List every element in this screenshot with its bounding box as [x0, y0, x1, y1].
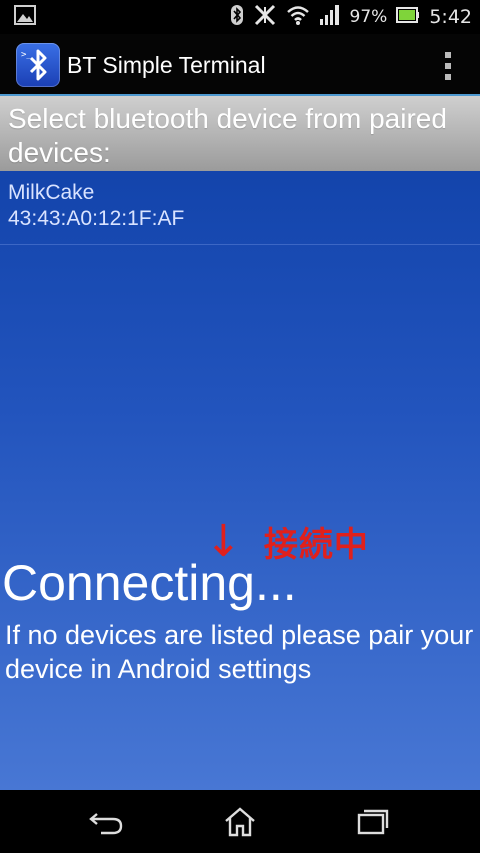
device-name: MilkCake	[8, 181, 95, 204]
recent-apps-icon[interactable]	[343, 798, 403, 846]
help-text: If no devices are listed please pair you…	[5, 620, 474, 684]
back-icon[interactable]	[77, 798, 137, 846]
signal-icon	[319, 4, 341, 30]
device-list-header: Select bluetooth device from paired devi…	[0, 96, 480, 171]
action-bar: >_ BT Simple Terminal	[0, 34, 480, 96]
connecting-status: Connecting...	[2, 555, 297, 611]
image-icon	[14, 5, 36, 29]
list-item[interactable]: MilkCake 43:43:A0:12:1F:AF	[0, 171, 480, 245]
battery-percent: 97%	[349, 7, 388, 27]
bluetooth-icon	[230, 4, 244, 30]
bluetooth-terminal-app-icon[interactable]: >_	[16, 43, 60, 87]
overflow-menu-icon[interactable]	[444, 52, 452, 80]
home-icon[interactable]	[210, 798, 270, 846]
device-address: 43:43:A0:12:1F:AF	[8, 207, 185, 230]
navigation-bar	[0, 790, 480, 853]
app-title: BT Simple Terminal	[67, 51, 266, 78]
clock: 5:42	[429, 6, 472, 28]
nfc-icon	[253, 4, 277, 30]
wifi-icon	[286, 4, 310, 30]
battery-icon	[396, 7, 420, 27]
status-bar: 97% 5:42	[0, 0, 480, 34]
